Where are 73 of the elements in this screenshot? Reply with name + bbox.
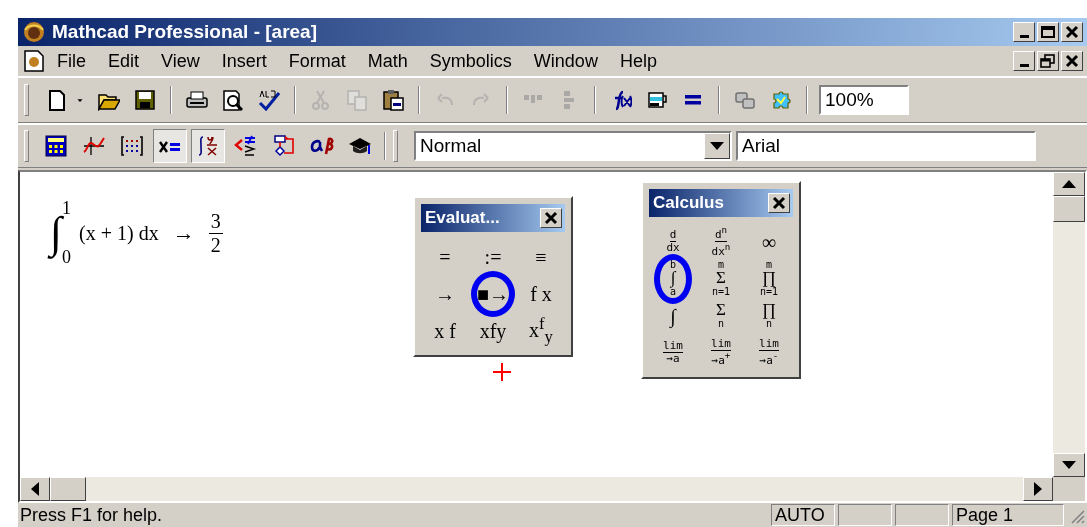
palette-button[interactable]: f x <box>517 275 565 312</box>
status-panel: Page 1 <box>952 504 1064 526</box>
palette-button[interactable]: ∫ <box>649 297 697 334</box>
close-button[interactable] <box>1061 51 1083 71</box>
arrow: → <box>172 220 195 246</box>
palette-button[interactable]: lim →a$^{+}$ <box>697 334 745 371</box>
palette-button[interactable]: ∞ <box>745 223 793 260</box>
scrollbar-thumb[interactable] <box>1053 196 1085 222</box>
app-logo-icon <box>22 21 46 43</box>
font-field[interactable]: Arial <box>736 131 1036 161</box>
palette-button[interactable]: = <box>421 238 469 275</box>
restore-button[interactable] <box>1037 51 1059 71</box>
horizontal-scrollbar[interactable] <box>20 477 1053 501</box>
minimize-button[interactable] <box>1013 51 1035 71</box>
menu-item[interactable]: File <box>46 48 97 74</box>
denominator: 2 <box>210 233 221 257</box>
maximize-icon <box>1039 23 1057 41</box>
palette-button[interactable]: Σ n <box>697 297 745 334</box>
palette-button[interactable]: xfy <box>469 312 517 349</box>
up-arrow-icon[interactable] <box>1062 180 1076 188</box>
menu-item[interactable]: Insert <box>210 48 278 74</box>
scrollbar-thumb[interactable] <box>50 477 86 501</box>
palette-button[interactable]: lim →a$^{-}$ <box>745 334 793 371</box>
right-arrow-icon[interactable] <box>1034 482 1042 496</box>
close-button[interactable] <box>1061 22 1083 42</box>
document-icon[interactable] <box>22 49 46 73</box>
palette-button[interactable]: ≡ <box>517 238 565 275</box>
palette-button[interactable]: d$^{n}$ dx$^{n}$ <box>697 223 745 260</box>
palette-button[interactable]: lim →a <box>649 334 697 371</box>
menu-item[interactable]: Format <box>277 48 357 74</box>
maximize-button[interactable] <box>1037 22 1059 42</box>
vertical-scrollbar[interactable] <box>1053 172 1085 477</box>
crosshair-icon <box>492 362 512 382</box>
status-panel: AUTO <box>771 504 835 526</box>
minimize-icon <box>1019 35 1029 38</box>
palette-button[interactable]: ∏ n <box>745 297 793 334</box>
palette-button[interactable]: := <box>469 238 517 275</box>
menu-item[interactable]: Help <box>608 48 668 74</box>
menu-item[interactable]: View <box>150 48 211 74</box>
menu-item[interactable]: Edit <box>97 48 151 74</box>
palette-button[interactable]: m ∏ n=1 <box>745 260 793 297</box>
palette-title: Calculus <box>653 193 724 213</box>
close-icon <box>542 209 560 227</box>
close-icon <box>770 194 788 212</box>
close-button[interactable] <box>768 193 790 213</box>
minimize-button[interactable] <box>1013 22 1035 42</box>
lower-limit: 0 <box>62 247 72 268</box>
style-dropdown[interactable]: Normal <box>414 131 732 161</box>
window-title: Mathcad Professional - [area] <box>52 21 319 43</box>
palette-title: Evaluat... <box>425 208 500 228</box>
restore-icon <box>1039 52 1057 70</box>
left-arrow-icon[interactable] <box>31 482 39 496</box>
palette-button[interactable]: x f <box>421 312 469 349</box>
palette-button[interactable]: b ∫ a <box>649 260 697 297</box>
palette-button[interactable]: ■→ <box>469 275 517 312</box>
caret-icon <box>710 142 724 150</box>
x-equals-icon[interactable] <box>153 129 187 163</box>
status-message: Press F1 for help. <box>20 504 164 526</box>
palette-button[interactable]: m Σ n=1 <box>697 260 745 297</box>
minimize-icon <box>1019 64 1029 67</box>
integral-icon[interactable] <box>191 129 225 163</box>
close-icon <box>1063 23 1081 41</box>
menu-item[interactable]: Window <box>522 48 609 74</box>
zoom-field[interactable]: 100% <box>819 85 909 115</box>
palette-button[interactable]: → <box>421 275 469 312</box>
menu-item[interactable]: Math <box>356 48 419 74</box>
integrand: (x + 1) dx <box>79 221 159 245</box>
numerator: 3 <box>208 209 223 234</box>
palette-button[interactable]: d dx <box>649 223 697 260</box>
close-icon <box>1063 52 1081 70</box>
down-arrow-icon[interactable] <box>1062 461 1076 469</box>
menu-item[interactable]: Symbolics <box>418 48 523 74</box>
close-button[interactable] <box>540 208 562 228</box>
